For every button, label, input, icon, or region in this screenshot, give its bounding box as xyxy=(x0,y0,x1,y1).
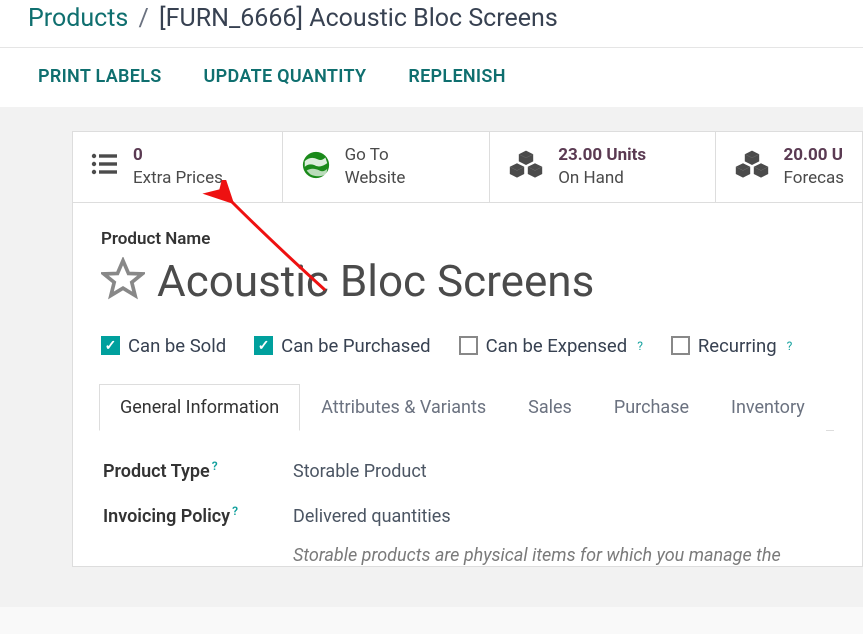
list-icon xyxy=(91,152,119,181)
on-hand-label: On Hand xyxy=(558,167,646,190)
tab-inventory[interactable]: Inventory xyxy=(710,384,826,431)
action-bar: PRINT LABELS UPDATE QUANTITY REPLENISH xyxy=(0,48,863,107)
checkbox-icon xyxy=(459,336,478,355)
can-be-expensed-checkbox[interactable]: Can be Expensed? xyxy=(459,335,643,357)
globe-icon xyxy=(301,150,331,184)
stat-buttons-row: 0 Extra Prices Go To Website xyxy=(72,131,863,203)
can-be-sold-checkbox[interactable]: Can be Sold xyxy=(101,335,226,357)
can-be-purchased-label: Can be Purchased xyxy=(281,335,430,357)
go-to-website-button[interactable]: Go To Website xyxy=(283,132,491,202)
help-icon[interactable]: ? xyxy=(787,339,793,353)
tab-sales[interactable]: Sales xyxy=(507,384,593,431)
tab-purchase[interactable]: Purchase xyxy=(593,384,710,431)
invoicing-policy-label: Invoicing Policy? xyxy=(103,504,293,527)
breadcrumb-current: [FURN_6666] Acoustic Bloc Screens xyxy=(159,4,558,33)
go-to-label-1: Go To xyxy=(345,144,406,167)
extra-prices-button[interactable]: 0 Extra Prices xyxy=(73,132,283,202)
can-be-purchased-checkbox[interactable]: Can be Purchased xyxy=(254,335,430,357)
breadcrumb-root-link[interactable]: Products xyxy=(28,4,128,33)
product-type-select[interactable]: Storable Product xyxy=(293,461,427,482)
invoicing-policy-select[interactable]: Delivered quantities xyxy=(293,506,451,527)
extra-prices-label: Extra Prices xyxy=(133,167,223,190)
breadcrumb: Products / [FURN_6666] Acoustic Bloc Scr… xyxy=(0,0,863,47)
forecasted-button[interactable]: 20.00 U Forecas xyxy=(716,132,862,202)
forecast-value: 20.00 U xyxy=(784,144,844,167)
help-icon[interactable]: ? xyxy=(232,504,238,518)
product-type-label: Product Type? xyxy=(103,459,293,482)
recurring-label: Recurring xyxy=(698,335,777,357)
checkbox-checked-icon xyxy=(101,336,120,355)
print-labels-button[interactable]: PRINT LABELS xyxy=(38,66,162,87)
favorite-star-icon[interactable] xyxy=(101,257,145,305)
cubes-icon xyxy=(734,150,770,184)
tab-general-information[interactable]: General Information xyxy=(99,384,300,431)
form-tabs: General Information Attributes & Variant… xyxy=(99,383,834,431)
cubes-icon xyxy=(508,150,544,184)
can-be-expensed-label: Can be Expensed xyxy=(486,335,628,357)
product-name-input[interactable]: Acoustic Bloc Screens xyxy=(157,255,594,307)
help-icon[interactable]: ? xyxy=(637,339,643,353)
product-flags-row: Can be Sold Can be Purchased Can be Expe… xyxy=(101,335,834,357)
can-be-sold-label: Can be Sold xyxy=(128,335,226,357)
forecast-label: Forecas xyxy=(784,167,844,190)
update-quantity-button[interactable]: UPDATE QUANTITY xyxy=(204,66,367,87)
tab-attributes-variants[interactable]: Attributes & Variants xyxy=(300,384,507,431)
go-to-label-2: Website xyxy=(345,167,406,190)
on-hand-value: 23.00 Units xyxy=(558,144,646,167)
product-name-label: Product Name xyxy=(101,229,834,249)
replenish-button[interactable]: REPLENISH xyxy=(408,66,505,87)
breadcrumb-separator: / xyxy=(139,4,149,33)
checkbox-checked-icon xyxy=(254,336,273,355)
recurring-checkbox[interactable]: Recurring? xyxy=(671,335,792,357)
product-form-card: Product Name Acoustic Bloc Screens Can b… xyxy=(72,203,863,567)
help-icon[interactable]: ? xyxy=(212,459,218,473)
product-type-footnote: Storable products are physical items for… xyxy=(293,545,834,566)
on-hand-button[interactable]: 23.00 Units On Hand xyxy=(490,132,715,202)
checkbox-icon xyxy=(671,336,690,355)
extra-prices-count: 0 xyxy=(133,144,223,167)
general-information-pane: Product Type? Storable Product Invoicing… xyxy=(101,431,834,566)
